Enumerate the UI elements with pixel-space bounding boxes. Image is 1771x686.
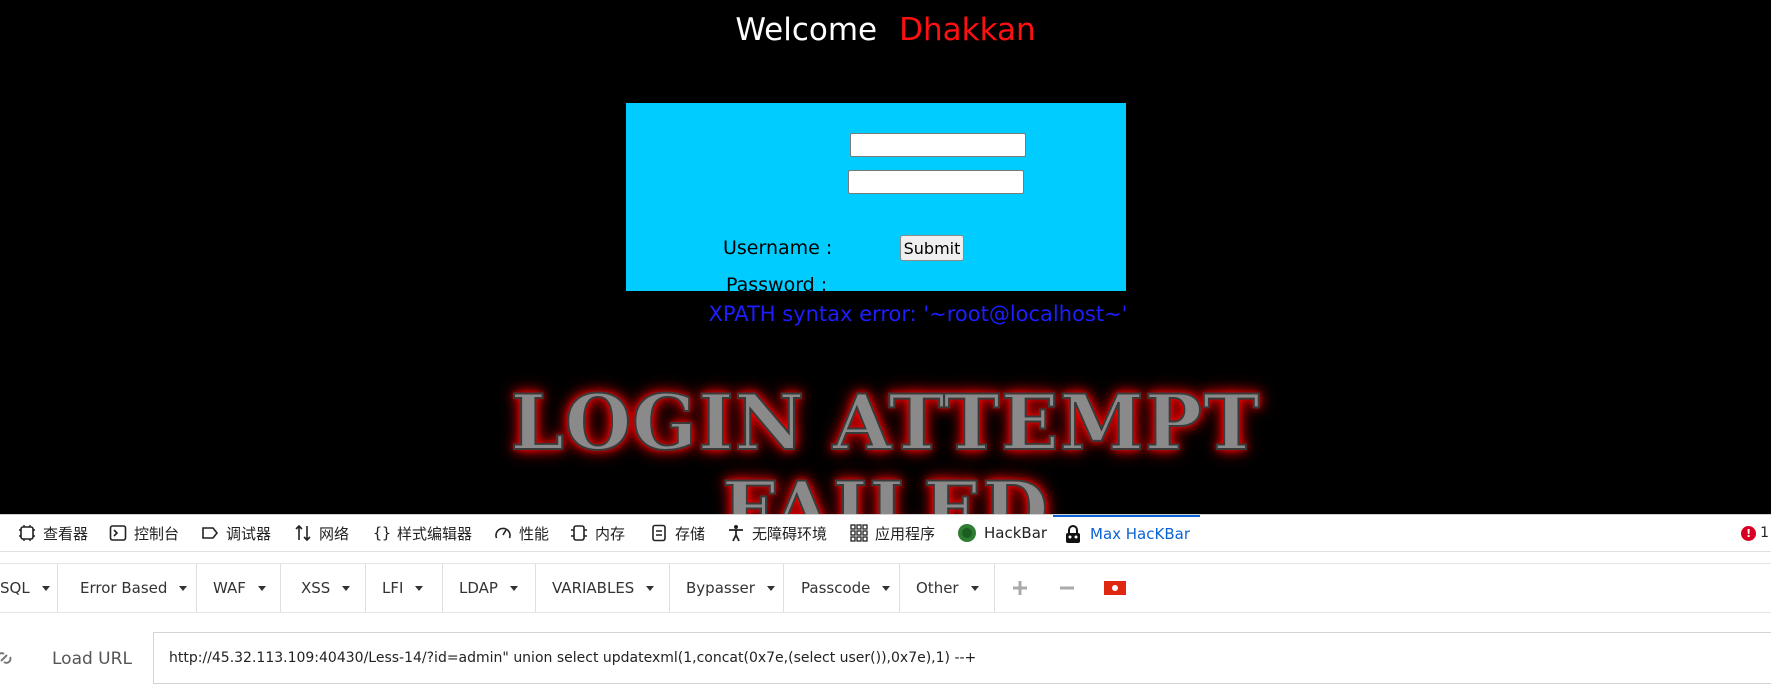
accessibility-icon [729, 525, 743, 542]
tab-label: 内存 [595, 524, 626, 543]
menu-passcode[interactable]: Passcode [784, 564, 900, 612]
url-input[interactable] [153, 632, 1771, 684]
tab-label: 调试器 [226, 524, 272, 543]
menu-bypasser[interactable]: Bypasser [670, 564, 784, 612]
menu-waf[interactable]: WAF [197, 564, 281, 612]
tab-label: HackBar [984, 524, 1048, 542]
welcome-heading: Welcome Dhakkan [0, 12, 1771, 48]
plus-button[interactable] [1005, 564, 1035, 612]
tab-network[interactable]: 网络 [294, 515, 349, 551]
flag-icon [1104, 581, 1126, 595]
load-url-button[interactable]: Load URL [52, 631, 132, 686]
chevron-down-icon [970, 585, 979, 591]
menu-label: VARIABLES [552, 579, 635, 597]
hackbar-menu: SQL Error Based WAF XSS LFI LDAP VARIABL… [0, 563, 1771, 613]
menu-label: Passcode [801, 579, 871, 597]
tab-label: Max HacKBar [1090, 525, 1190, 543]
console-icon [109, 525, 127, 541]
minus-icon [1060, 586, 1074, 590]
menu-xss[interactable]: XSS [281, 564, 366, 612]
chevron-down-icon [257, 585, 266, 591]
error-icon: ! [1741, 525, 1757, 541]
menu-label: LFI [382, 579, 404, 597]
xpath-error-message: XPATH syntax error: '~root@localhost~' [708, 302, 1128, 326]
menu-variables[interactable]: VARIABLES [536, 564, 670, 612]
tab-application[interactable]: 应用程序 [850, 515, 935, 551]
error-count-value: 1 [1760, 525, 1769, 541]
memory-icon [571, 525, 587, 541]
hackbar-icon [958, 524, 976, 542]
max-hackbar-icon [1066, 525, 1080, 543]
chevron-down-icon [509, 585, 518, 591]
login-form: Username : Password : Submit [626, 103, 1126, 296]
welcome-username: Dhakkan [899, 12, 1036, 48]
chevron-down-icon [415, 585, 424, 591]
tab-accessibility[interactable]: 无障碍环境 [727, 515, 827, 551]
menu-sql[interactable]: SQL [0, 564, 58, 612]
login-failed-banner-line1: LOGIN ATTEMPT [510, 377, 1261, 468]
welcome-label: Welcome [735, 12, 878, 48]
devtools-tabbar: 查看器 控制台 调试器 网络 {} 样式编辑器 性能 内存 存储 无障碍环境 应… [0, 515, 1771, 552]
performance-icon [495, 527, 511, 539]
menu-label: Other [916, 579, 959, 597]
password-input[interactable] [848, 170, 1024, 194]
chevron-down-icon [766, 585, 775, 591]
tab-style-editor[interactable]: {} 样式编辑器 [372, 515, 472, 551]
tab-label: 无障碍环境 [752, 524, 828, 543]
tab-label: 网络 [319, 524, 350, 543]
tab-label: 查看器 [43, 524, 89, 543]
tab-label: 存储 [675, 524, 706, 543]
menu-other[interactable]: Other [900, 564, 995, 612]
chevron-down-icon [41, 585, 50, 591]
menu-label: SQL [0, 579, 30, 597]
devtools-panel: 查看器 控制台 调试器 网络 {} 样式编辑器 性能 内存 存储 无障碍环境 应… [0, 514, 1771, 686]
submit-button[interactable]: Submit [900, 235, 964, 261]
network-icon [295, 524, 311, 542]
menu-lfi[interactable]: LFI [366, 564, 443, 612]
menu-label: LDAP [459, 579, 498, 597]
tab-label: 性能 [519, 524, 550, 543]
chevron-down-icon [342, 585, 351, 591]
link-icon [0, 652, 12, 664]
menu-ldap[interactable]: LDAP [443, 564, 536, 612]
tab-label: 应用程序 [875, 524, 936, 543]
menu-error-based[interactable]: Error Based [58, 564, 197, 612]
storage-icon [652, 524, 666, 542]
application-icon [850, 524, 868, 542]
tab-inspector[interactable]: 查看器 [18, 515, 88, 551]
password-label: Password : [726, 274, 828, 296]
username-input[interactable] [850, 133, 1026, 157]
plus-icon [1013, 581, 1027, 595]
menu-label: XSS [301, 579, 331, 597]
inspector-icon [19, 525, 35, 541]
menu-label: Error Based [80, 579, 168, 597]
minus-button[interactable] [1052, 564, 1082, 612]
login-failed-banner-line2: FAILED [721, 464, 1050, 514]
tab-label: 控制台 [134, 524, 180, 543]
debugger-icon [202, 527, 219, 539]
tab-storage[interactable]: 存储 [650, 515, 705, 551]
tab-memory[interactable]: 内存 [570, 515, 625, 551]
tab-max-hackbar[interactable]: Max HacKBar [1053, 515, 1200, 551]
chevron-down-icon [179, 585, 188, 591]
tab-label: 样式编辑器 [397, 524, 473, 543]
svg-text:{}: {} [373, 524, 390, 542]
chevron-down-icon [882, 585, 891, 591]
menu-label: Bypasser [686, 579, 755, 597]
web-page: Welcome Dhakkan Username : Password : Sub… [0, 0, 1771, 514]
style-editor-icon: {} [373, 524, 390, 542]
tab-hackbar[interactable]: HackBar [957, 515, 1047, 551]
flag-button[interactable] [1100, 564, 1130, 612]
error-counter[interactable]: ! 1 [1741, 515, 1769, 551]
url-row: Load URL [0, 631, 1771, 686]
chevron-down-icon [646, 585, 655, 591]
tab-console[interactable]: 控制台 [109, 515, 179, 551]
tab-performance[interactable]: 性能 [494, 515, 549, 551]
username-label: Username : [723, 237, 833, 259]
menu-label: WAF [213, 579, 246, 597]
tab-debugger[interactable]: 调试器 [201, 515, 271, 551]
